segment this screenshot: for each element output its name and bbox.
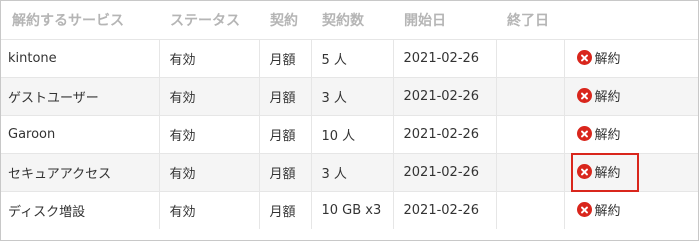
cell-action: 解約 bbox=[563, 39, 698, 78]
cell-start-date: 2021-02-26 bbox=[392, 39, 496, 78]
cancel-label: 解約 bbox=[594, 90, 621, 105]
cell-end-date bbox=[495, 39, 564, 78]
cancel-button[interactable]: 解約 bbox=[576, 86, 621, 105]
cell-end-date bbox=[495, 115, 564, 154]
table-row: セキュアアクセス 有効 月額 3 人 2021-02-26 解約 bbox=[1, 153, 698, 192]
cell-start-date: 2021-02-26 bbox=[392, 191, 496, 229]
cell-contract: 月額 bbox=[258, 77, 311, 116]
cell-service: セキュアアクセス bbox=[1, 153, 159, 192]
cancel-label: 解約 bbox=[594, 128, 621, 143]
cancel-button[interactable]: 解約 bbox=[576, 162, 621, 181]
cell-status: 有効 bbox=[158, 39, 259, 78]
cell-contract: 月額 bbox=[258, 153, 311, 192]
cell-status: 有効 bbox=[158, 77, 259, 116]
header-action bbox=[564, 1, 698, 40]
cell-action: 解約 bbox=[563, 115, 698, 154]
table-row: kintone 有効 月額 5 人 2021-02-26 解約 bbox=[1, 39, 698, 78]
x-circle-icon bbox=[576, 202, 592, 217]
table-row: ディスク増設 有効 月額 10 GB x3 2021-02-26 解約 bbox=[1, 191, 698, 229]
table-row: Garoon 有効 月額 10 人 2021-02-26 解約 bbox=[1, 115, 698, 154]
cell-service: ディスク増設 bbox=[1, 191, 159, 229]
cell-start-date: 2021-02-26 bbox=[392, 153, 496, 192]
cell-contract: 月額 bbox=[258, 191, 311, 229]
cancel-label: 解約 bbox=[594, 52, 621, 67]
cancel-label: 解約 bbox=[594, 166, 621, 181]
subscription-table-panel: 解約するサービス ステータス 契約 契約数 開始日 終了日 kintone 有効… bbox=[0, 0, 699, 241]
cell-status: 有効 bbox=[158, 115, 259, 154]
x-circle-icon bbox=[576, 88, 592, 103]
header-contract: 契約 bbox=[259, 1, 311, 40]
cell-status: 有効 bbox=[158, 191, 259, 229]
cell-contract: 月額 bbox=[258, 39, 311, 78]
cancel-label: 解約 bbox=[594, 204, 621, 219]
cell-action: 解約 bbox=[563, 153, 698, 192]
cell-action: 解約 bbox=[563, 77, 698, 116]
cell-count: 10 GB x3 bbox=[310, 191, 393, 229]
subscription-table: 解約するサービス ステータス 契約 契約数 開始日 終了日 kintone 有効… bbox=[1, 1, 698, 229]
header-count: 契約数 bbox=[311, 1, 393, 40]
cell-contract: 月額 bbox=[258, 115, 311, 154]
header-service: 解約するサービス bbox=[1, 1, 159, 40]
cell-end-date bbox=[495, 191, 564, 229]
cancel-button[interactable]: 解約 bbox=[576, 124, 621, 143]
header-end-date: 終了日 bbox=[496, 1, 564, 40]
cell-status: 有効 bbox=[158, 153, 259, 192]
cell-end-date bbox=[495, 153, 564, 192]
cell-action: 解約 bbox=[563, 191, 698, 229]
cell-end-date bbox=[495, 77, 564, 116]
cell-service: Garoon bbox=[1, 115, 159, 154]
x-circle-icon bbox=[576, 50, 592, 65]
x-circle-icon bbox=[576, 164, 592, 179]
cell-count: 3 人 bbox=[310, 77, 393, 116]
x-circle-icon bbox=[576, 126, 592, 141]
cell-service: kintone bbox=[1, 39, 159, 78]
cell-count: 10 人 bbox=[310, 115, 393, 154]
cell-count: 5 人 bbox=[310, 39, 393, 78]
cell-start-date: 2021-02-26 bbox=[392, 115, 496, 154]
cancel-button[interactable]: 解約 bbox=[576, 200, 621, 219]
table-header-row: 解約するサービス ステータス 契約 契約数 開始日 終了日 bbox=[1, 1, 698, 40]
table-row: ゲストユーザー 有効 月額 3 人 2021-02-26 解約 bbox=[1, 77, 698, 116]
header-status: ステータス bbox=[159, 1, 259, 40]
cancel-button[interactable]: 解約 bbox=[576, 48, 621, 67]
cell-service: ゲストユーザー bbox=[1, 77, 159, 116]
header-start-date: 開始日 bbox=[393, 1, 496, 40]
cell-start-date: 2021-02-26 bbox=[392, 77, 496, 116]
cell-count: 3 人 bbox=[310, 153, 393, 192]
